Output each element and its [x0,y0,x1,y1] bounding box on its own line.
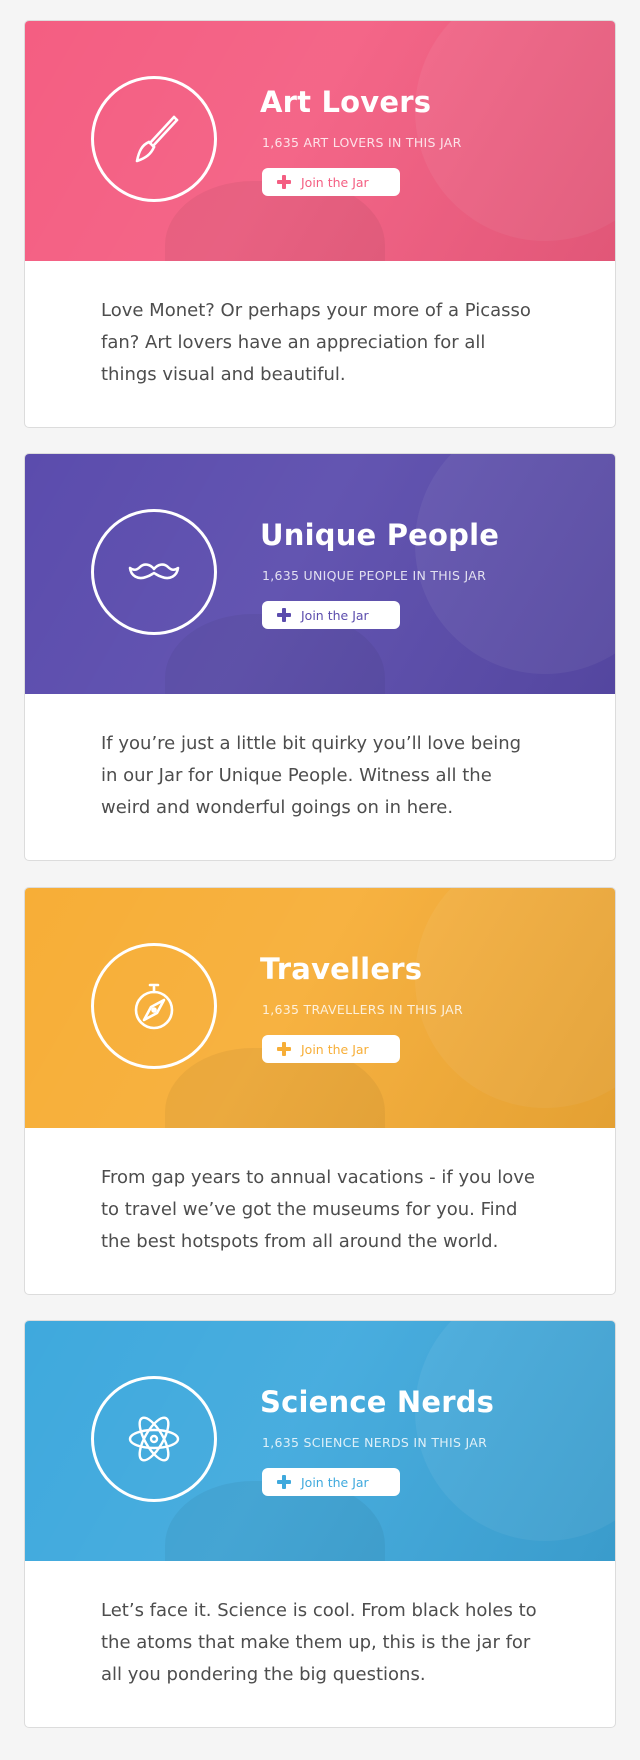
icon-circle [91,509,217,635]
jar-description: If you’re just a little bit quirky you’l… [101,733,522,818]
jar-description: From gap years to annual vacations - if … [101,1167,535,1252]
card-hero: Science Nerds 1,635 SCIENCE NERDS IN THI… [25,1321,615,1561]
plus-icon [277,175,291,189]
mustache-icon [128,563,180,580]
jar-member-count: 1,635 UNIQUE PEOPLE IN THIS JAR [262,568,487,583]
join-jar-button[interactable]: Join the Jar [262,601,400,629]
jar-description: Love Monet? Or perhaps your more of a Pi… [101,300,531,385]
jar-title: Travellers [260,952,423,986]
jar-card-science-nerds: Science Nerds 1,635 SCIENCE NERDS IN THI… [24,1320,616,1728]
jar-title: Unique People [260,518,500,552]
compass-icon [134,983,174,1030]
join-jar-label: Join the Jar [301,1474,369,1490]
join-jar-button[interactable]: Join the Jar [262,1035,400,1063]
jar-card-unique-people: Unique People 1,635 UNIQUE PEOPLE IN THI… [24,453,616,861]
jar-card-travellers: Travellers 1,635 TRAVELLERS IN THIS JAR … [24,887,616,1295]
jar-title: Science Nerds [260,1385,495,1419]
jar-card-art-lovers: Art Lovers 1,635 ART LOVERS IN THIS JAR … [24,20,616,428]
icon-circle [91,1376,217,1502]
icon-circle [91,943,217,1069]
join-jar-label: Join the Jar [301,607,369,623]
plus-icon [277,1042,291,1056]
card-hero: Art Lovers 1,635 ART LOVERS IN THIS JAR … [25,21,615,261]
jar-member-count: 1,635 SCIENCE NERDS IN THIS JAR [262,1435,488,1450]
jar-member-count: 1,635 TRAVELLERS IN THIS JAR [262,1002,463,1017]
paintbrush-icon [135,115,179,163]
atom-icon [128,1416,180,1462]
join-jar-label: Join the Jar [301,1041,369,1057]
plus-icon [277,1475,291,1489]
jar-title: Art Lovers [260,85,432,119]
jar-description: Let’s face it. Science is cool. From bla… [101,1600,537,1685]
join-jar-button[interactable]: Join the Jar [262,168,400,196]
icon-circle [91,76,217,202]
jar-member-count: 1,635 ART LOVERS IN THIS JAR [262,135,462,150]
card-hero: Unique People 1,635 UNIQUE PEOPLE IN THI… [25,454,615,694]
join-jar-label: Join the Jar [301,174,369,190]
card-hero: Travellers 1,635 TRAVELLERS IN THIS JAR … [25,888,615,1128]
join-jar-button[interactable]: Join the Jar [262,1468,400,1496]
plus-icon [277,608,291,622]
